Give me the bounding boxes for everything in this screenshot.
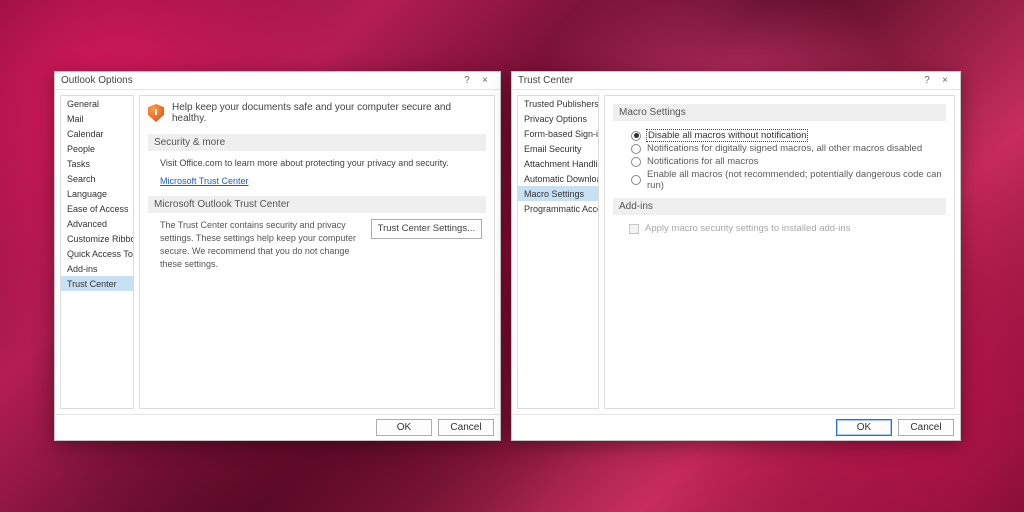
section-security-more: Security & more: [148, 134, 486, 151]
titlebar: Trust Center ? ×: [512, 72, 960, 90]
radio-icon: [631, 144, 641, 154]
radio-enable-all-macros[interactable]: Enable all macros (not recommended; pote…: [631, 168, 946, 192]
sidebar-item-attachment-handling[interactable]: Attachment Handling: [518, 156, 598, 171]
sidebar-item-customize-ribbon[interactable]: Customize Ribbon: [61, 231, 133, 246]
sidebar-item-automatic-download[interactable]: Automatic Download: [518, 171, 598, 186]
sidebar-item-tasks[interactable]: Tasks: [61, 156, 133, 171]
cancel-button[interactable]: Cancel: [898, 419, 954, 436]
group-macro-settings: Macro Settings: [613, 104, 946, 121]
sidebar-item-macro-settings[interactable]: Macro Settings: [518, 186, 598, 201]
sidebar-item-calendar[interactable]: Calendar: [61, 126, 133, 141]
radio-all-notifications[interactable]: Notifications for all macros: [631, 155, 946, 168]
trust-center-sidebar: Trusted Publishers Privacy Options Form-…: [517, 95, 599, 409]
sidebar-item-language[interactable]: Language: [61, 186, 133, 201]
ok-button[interactable]: OK: [376, 419, 432, 436]
close-icon[interactable]: ×: [936, 75, 954, 86]
radio-label: Enable all macros (not recommended; pote…: [647, 169, 946, 191]
sidebar-item-mail[interactable]: Mail: [61, 111, 133, 126]
sidebar-item-programmatic-access[interactable]: Programmatic Access: [518, 201, 598, 216]
titlebar: Outlook Options ? ×: [55, 72, 500, 90]
trust-center-dialog: Trust Center ? × Trusted Publishers Priv…: [511, 71, 961, 441]
dialog-footer: OK Cancel: [512, 414, 960, 440]
sidebar-item-search[interactable]: Search: [61, 171, 133, 186]
options-sidebar: General Mail Calendar People Tasks Searc…: [60, 95, 134, 409]
addins-security-checkbox: Apply macro security settings to install…: [613, 221, 946, 234]
ok-button[interactable]: OK: [836, 419, 892, 436]
radio-label: Disable all macros without notification: [647, 130, 807, 141]
trust-center-description: The Trust Center contains security and p…: [160, 219, 363, 271]
intro-text: Help keep your documents safe and your c…: [172, 102, 486, 124]
radio-label: Notifications for digitally signed macro…: [647, 143, 922, 154]
radio-disable-all-macros[interactable]: Disable all macros without notification: [631, 129, 946, 142]
checkbox-icon: [629, 224, 639, 234]
sidebar-item-trust-center[interactable]: Trust Center: [61, 276, 133, 291]
sidebar-item-form-based-sign-in[interactable]: Form-based Sign-in: [518, 126, 598, 141]
sidebar-item-trusted-publishers[interactable]: Trusted Publishers: [518, 96, 598, 111]
sidebar-item-email-security[interactable]: Email Security: [518, 141, 598, 156]
microsoft-trust-center-link[interactable]: Microsoft Trust Center: [160, 175, 249, 189]
sidebar-item-people[interactable]: People: [61, 141, 133, 156]
outlook-options-dialog: Outlook Options ? × General Mail Calenda…: [54, 71, 501, 441]
sidebar-item-ease-of-access[interactable]: Ease of Access: [61, 201, 133, 216]
cancel-button[interactable]: Cancel: [438, 419, 494, 436]
section-outlook-trust-center: Microsoft Outlook Trust Center: [148, 196, 486, 213]
sidebar-item-quick-access-toolbar[interactable]: Quick Access Toolbar: [61, 246, 133, 261]
dialog-title: Trust Center: [518, 75, 573, 86]
radio-signed-macros[interactable]: Notifications for digitally signed macro…: [631, 142, 946, 155]
help-icon[interactable]: ?: [918, 75, 936, 86]
close-icon[interactable]: ×: [476, 75, 494, 86]
dialog-title: Outlook Options: [61, 75, 133, 86]
shield-icon: [148, 104, 164, 122]
sidebar-item-add-ins[interactable]: Add-ins: [61, 261, 133, 276]
help-icon[interactable]: ?: [458, 75, 476, 86]
sidebar-item-advanced[interactable]: Advanced: [61, 216, 133, 231]
options-content: Help keep your documents safe and your c…: [139, 95, 495, 409]
security-more-text: Visit Office.com to learn more about pro…: [160, 157, 482, 171]
radio-icon: [631, 131, 641, 141]
group-add-ins: Add-ins: [613, 198, 946, 215]
dialog-footer: OK Cancel: [55, 414, 500, 440]
radio-label: Notifications for all macros: [647, 156, 758, 167]
checkbox-label: Apply macro security settings to install…: [645, 223, 850, 234]
sidebar-item-general[interactable]: General: [61, 96, 133, 111]
radio-icon: [631, 157, 641, 167]
radio-icon: [631, 175, 641, 185]
trust-center-content: Macro Settings Disable all macros withou…: [604, 95, 955, 409]
sidebar-item-privacy-options[interactable]: Privacy Options: [518, 111, 598, 126]
trust-center-settings-button[interactable]: Trust Center Settings...: [371, 219, 482, 239]
